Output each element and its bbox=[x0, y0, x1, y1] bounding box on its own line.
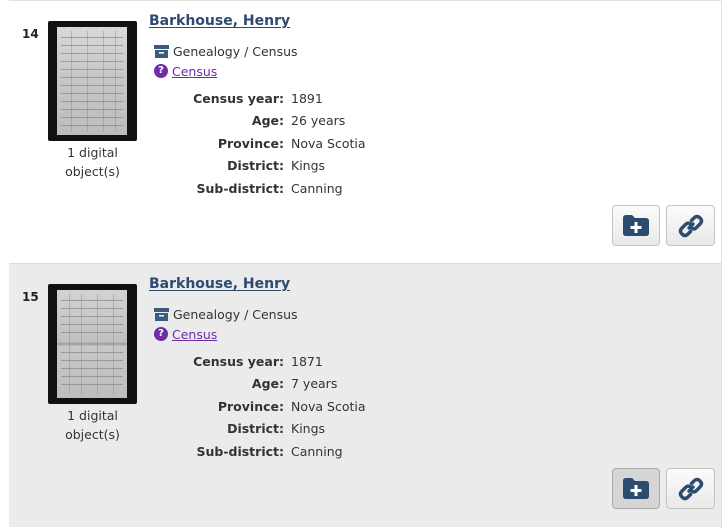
field-age: Age: 26 years bbox=[149, 110, 366, 133]
field-value: 1871 bbox=[291, 353, 323, 369]
record-type: Genealogy / Census bbox=[154, 305, 298, 323]
category-link[interactable]: Census bbox=[172, 64, 217, 79]
scroll-edge-divider bbox=[721, 0, 722, 529]
field-label: Province: bbox=[217, 135, 284, 151]
field-label: Census year: bbox=[193, 353, 284, 369]
archive-box-icon bbox=[154, 44, 169, 58]
question-circle-icon: ? bbox=[154, 327, 168, 341]
record-number: 14 bbox=[22, 27, 39, 41]
field-value: 26 years bbox=[291, 113, 346, 129]
copy-link-button[interactable] bbox=[666, 468, 715, 509]
category-link[interactable]: Census bbox=[172, 327, 217, 342]
field-district: District: Kings bbox=[149, 155, 366, 178]
field-province: Province: Nova Scotia bbox=[149, 132, 366, 155]
record-type-label: Genealogy / Census bbox=[173, 43, 298, 59]
field-census-year: Census year: 1871 bbox=[149, 350, 366, 373]
field-value: Kings bbox=[291, 158, 326, 174]
result-record: 15 1 digital object(s) Barkhouse, Henry … bbox=[9, 263, 721, 527]
link-icon bbox=[678, 214, 703, 237]
field-label: District: bbox=[227, 158, 284, 174]
record-thumbnail[interactable] bbox=[48, 21, 137, 141]
field-census-year: Census year: 1891 bbox=[149, 87, 366, 110]
field-value: Nova Scotia bbox=[291, 135, 366, 151]
folder-plus-icon bbox=[623, 215, 649, 236]
field-label: Census year: bbox=[193, 90, 284, 106]
field-value: 1891 bbox=[291, 90, 323, 106]
field-value: Canning bbox=[291, 443, 343, 459]
field-district: District: Kings bbox=[149, 418, 366, 441]
link-icon bbox=[678, 477, 703, 500]
record-type: Genealogy / Census bbox=[154, 42, 298, 60]
record-type-label: Genealogy / Census bbox=[173, 306, 298, 322]
digital-object-count: 1 digital object(s) bbox=[65, 408, 120, 442]
field-sub-district: Sub-district: Canning bbox=[149, 177, 366, 200]
record-title-link[interactable]: Barkhouse, Henry bbox=[149, 276, 290, 292]
field-label: Sub-district: bbox=[196, 443, 284, 459]
copy-link-button[interactable] bbox=[666, 205, 715, 246]
add-to-folder-button[interactable] bbox=[612, 205, 660, 246]
question-circle-icon: ? bbox=[154, 64, 168, 78]
record-fields: Census year: 1871 Age: 7 years Province:… bbox=[149, 350, 366, 463]
field-label: Age: bbox=[251, 113, 284, 129]
field-label: District: bbox=[227, 421, 284, 437]
record-category: ? Census bbox=[154, 325, 217, 343]
record-number: 15 bbox=[22, 290, 39, 304]
folder-plus-icon bbox=[623, 478, 649, 499]
field-value: 7 years bbox=[291, 376, 338, 392]
field-value: Nova Scotia bbox=[291, 398, 366, 414]
field-province: Province: Nova Scotia bbox=[149, 395, 366, 418]
record-fields: Census year: 1891 Age: 26 years Province… bbox=[149, 87, 366, 200]
archive-box-icon bbox=[154, 307, 169, 321]
field-value: Kings bbox=[291, 421, 326, 437]
record-thumbnail[interactable] bbox=[48, 284, 137, 404]
record-title-link[interactable]: Barkhouse, Henry bbox=[149, 13, 290, 29]
field-label: Sub-district: bbox=[196, 180, 284, 196]
field-value: Canning bbox=[291, 180, 343, 196]
digital-object-count: 1 digital object(s) bbox=[65, 145, 120, 179]
field-age: Age: 7 years bbox=[149, 373, 366, 396]
results-list: 14 1 digital object(s) Barkhouse, Henry … bbox=[0, 0, 721, 529]
add-to-folder-button[interactable] bbox=[612, 468, 660, 509]
field-sub-district: Sub-district: Canning bbox=[149, 440, 366, 463]
field-label: Province: bbox=[217, 398, 284, 414]
record-category: ? Census bbox=[154, 62, 217, 80]
field-label: Age: bbox=[251, 376, 284, 392]
result-record: 14 1 digital object(s) Barkhouse, Henry … bbox=[9, 0, 721, 264]
